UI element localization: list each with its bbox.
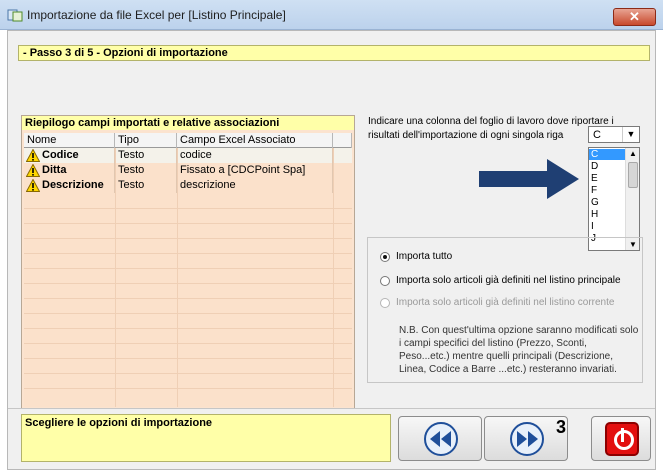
grid-column-line — [177, 148, 178, 407]
row-excel-field: codice — [177, 148, 333, 163]
selected-column-value: C — [593, 129, 601, 141]
table-row[interactable]: Descrizione Testo descrizione — [24, 178, 352, 193]
rewind-icon — [424, 422, 458, 456]
row-type: Testo — [115, 163, 177, 178]
table-row[interactable]: Ditta Testo Fissato a [CDCPoint Spa] — [24, 163, 352, 178]
row-type: Testo — [115, 148, 177, 163]
grid-line — [24, 343, 352, 344]
column-option[interactable]: H — [589, 209, 626, 220]
grid-line — [24, 328, 352, 329]
column-header-tipo[interactable]: Tipo — [115, 133, 177, 148]
app-icon — [7, 9, 23, 22]
arrow-right-icon — [479, 159, 579, 199]
import-note: N.B. Con quest'ultima opzione saranno mo… — [399, 325, 639, 375]
radio-label: Importa solo articoli già definiti nel l… — [396, 297, 615, 308]
table-row[interactable]: Codice Testo codice — [24, 148, 352, 163]
power-icon — [605, 422, 639, 456]
column-option[interactable]: F — [589, 185, 626, 196]
grid-line — [24, 208, 352, 209]
radio-dot — [380, 298, 390, 308]
fields-grid[interactable]: Nome Tipo Campo Excel Associato Codice T… — [24, 133, 352, 407]
separator — [8, 408, 655, 409]
wizard-window: - Passo 3 di 5 - Opzioni di importazione… — [7, 30, 656, 470]
grid-line — [24, 373, 352, 374]
status-message: Scegliere le opzioni di importazione — [21, 414, 391, 462]
radio-dot[interactable] — [380, 252, 390, 262]
scroll-up-icon[interactable]: ▲ — [626, 149, 639, 158]
column-header-campo-excel[interactable]: Campo Excel Associato — [177, 133, 333, 148]
grid-line — [24, 298, 352, 299]
grid-line — [24, 238, 352, 239]
grid-line — [24, 358, 352, 359]
exit-button[interactable] — [591, 416, 651, 461]
grid-line — [24, 253, 352, 254]
column-dropdown-list[interactable]: C D E F G H I J ▲ ▼ — [588, 147, 640, 251]
result-column-select[interactable]: C ▼ — [588, 126, 640, 143]
grid-header: Nome Tipo Campo Excel Associato — [24, 133, 352, 148]
grid-column-line — [115, 148, 116, 407]
title-bar: Importazione da file Excel per [Listino … — [0, 0, 663, 30]
row-name: Codice — [24, 148, 115, 163]
fields-panel: Riepilogo campi importati e relative ass… — [21, 115, 355, 409]
column-option[interactable]: E — [589, 173, 626, 184]
grid-line — [24, 268, 352, 269]
column-option[interactable]: G — [589, 197, 626, 208]
grid-line — [24, 283, 352, 284]
grid-line — [24, 313, 352, 314]
row-type: Testo — [115, 178, 177, 193]
window-title: Importazione da file Excel per [Listino … — [27, 8, 286, 22]
radio-label: Importa solo articoli già definiti nel l… — [396, 275, 621, 286]
fields-panel-title: Riepilogo campi importati e relative ass… — [22, 116, 354, 130]
row-name: Ditta — [24, 163, 115, 178]
row-excel-field: descrizione — [177, 178, 333, 193]
grid-line — [24, 223, 352, 224]
column-option[interactable]: C — [589, 149, 626, 160]
close-button[interactable]: ✕ — [613, 8, 656, 26]
column-option[interactable]: I — [589, 221, 626, 232]
dropdown-scrollbar[interactable]: ▲ ▼ — [625, 148, 639, 250]
column-header-extra — [333, 133, 352, 148]
column-header-nome[interactable]: Nome — [24, 133, 115, 148]
row-excel-field: Fissato a [CDCPoint Spa] — [177, 163, 333, 178]
step-header: - Passo 3 di 5 - Opzioni di importazione — [18, 45, 650, 61]
column-option[interactable]: D — [589, 161, 626, 172]
row-name: Descrizione — [24, 178, 115, 193]
grid-line — [24, 388, 352, 389]
scroll-thumb[interactable] — [628, 162, 638, 188]
import-options-panel: Importa tutto Importa solo articoli già … — [367, 237, 643, 383]
chevron-down-icon[interactable]: ▼ — [622, 127, 639, 142]
radio-dot[interactable] — [380, 276, 390, 286]
step-number: 3 — [556, 417, 567, 437]
radio-label: Importa tutto — [396, 251, 453, 262]
back-button[interactable] — [398, 416, 482, 461]
grid-column-line — [333, 148, 334, 407]
fast-forward-icon — [510, 422, 544, 456]
